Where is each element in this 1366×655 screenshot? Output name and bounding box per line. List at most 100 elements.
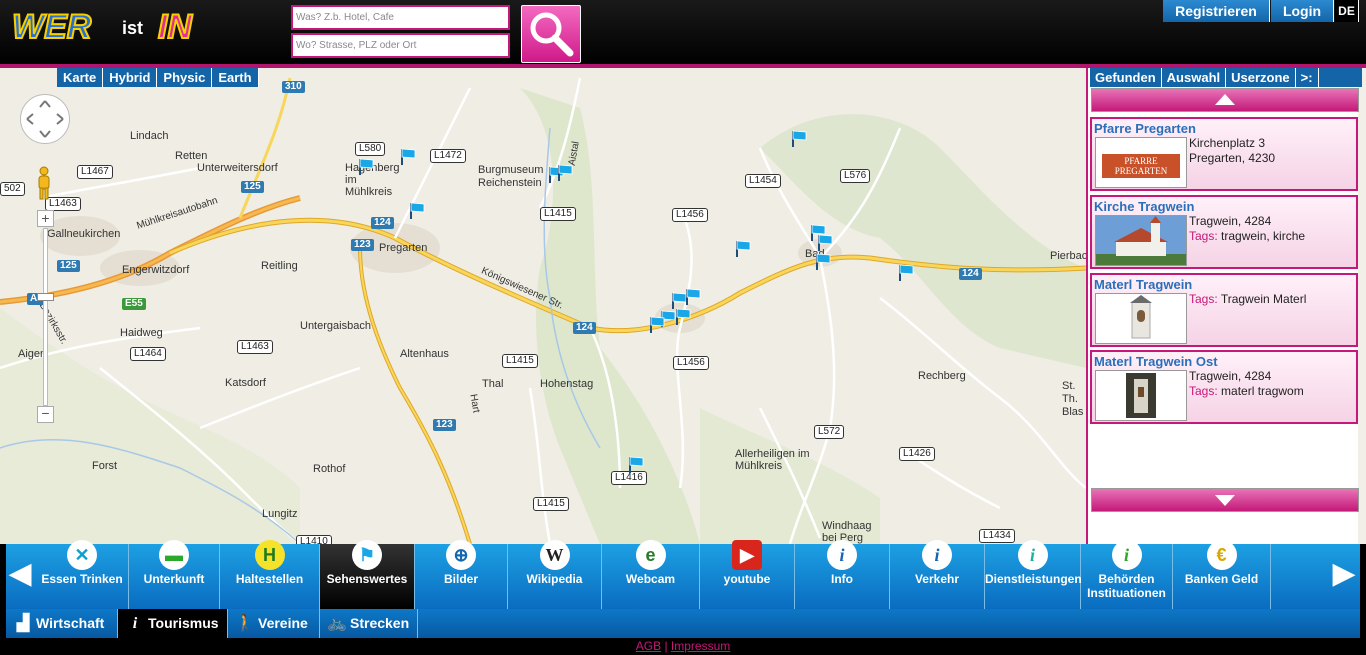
category-wikipedia[interactable]: W Wikipedia [508,540,602,609]
euro-icon: € [1206,540,1237,570]
highway-sign: 124 [959,268,982,280]
result-item[interactable]: Materl Tragwein Ost Tragwein, 4284 Tags:… [1090,350,1358,424]
category-behoerden[interactable]: i Behörden Instituationen [1081,540,1173,609]
subcat-vereine[interactable]: 🚶 Vereine [228,609,320,638]
sight-flag-marker[interactable] [400,148,416,166]
result-address: Kirchenplatz 3 [1189,136,1266,150]
category-label: Banken Geld [1184,572,1259,586]
sight-flag-marker[interactable] [898,264,914,282]
category-info[interactable]: i Info [795,540,890,609]
highway-sign: E55 [122,298,146,310]
search-where-input[interactable]: Wo? Strasse, PLZ oder Ort [291,33,510,58]
tab-auswahl[interactable]: Auswahl [1162,68,1227,87]
category-label: Bilder [443,572,478,586]
login-link[interactable]: Login [1271,0,1334,22]
result-thumbnail[interactable] [1095,215,1187,266]
map-label: Retten [175,150,208,162]
category-label: Verkehr [914,572,960,586]
subcat-wirtschaft[interactable]: ▟ Wirtschaft [6,609,118,638]
map-type-earth[interactable]: Earth [212,68,259,87]
sight-flag-marker[interactable] [791,130,807,148]
result-title[interactable]: Materl Tragwein [1094,277,1192,292]
map-label: Unterweitersdorf [197,162,278,174]
flag-icon: ⚑ [352,540,382,570]
subcat-label: Vereine [258,615,308,631]
map-label: Allerheiligen im Mühlkreis [735,448,810,472]
agb-link[interactable]: AGB [636,639,661,653]
search-button[interactable] [521,5,581,63]
sight-flag-marker[interactable] [685,288,701,306]
map[interactable]: Unterweitersdorf Gallneukirchen Engerwit… [0,68,1366,544]
sight-flag-marker[interactable] [735,240,751,258]
category-label: Behörden Instituationen [1087,572,1166,600]
language-selector[interactable]: DE [1335,0,1359,22]
zoom-out-button[interactable]: − [37,406,54,423]
result-title[interactable]: Pfarre Pregarten [1094,121,1196,136]
result-thumbnail[interactable] [1095,293,1187,344]
sight-flag-marker[interactable] [358,158,374,176]
category-verkehr[interactable]: i Verkehr [890,540,985,609]
map-label: Untergaisbach [300,320,371,332]
result-tags: Tags: tragwein, kirche [1189,229,1305,243]
category-essen-trinken[interactable]: ✕ Essen Trinken [36,540,129,609]
category-sehenswertes[interactable]: ⚑ Sehenswertes [320,540,415,609]
map-label: Rothof [313,463,346,475]
result-thumbnail[interactable]: PFARRE PREGARTEN [1095,137,1187,188]
subcat-strecken[interactable]: 🚲 Strecken [320,609,418,638]
sight-flag-marker[interactable] [675,308,691,326]
subcat-tourismus[interactable]: i Tourismus [118,609,228,638]
map-label: Altenhaus [400,348,449,360]
category-label: Wikipedia [526,572,583,586]
category-banken-geld[interactable]: € Banken Geld [1173,540,1271,609]
road-sign: L1456 [672,208,708,222]
category-youtube[interactable]: ▶ youtube [700,540,795,609]
pan-control[interactable] [20,94,70,144]
result-city: Pregarten, 4230 [1189,151,1276,165]
map-type-physic[interactable]: Physic [157,68,213,87]
category-bilder[interactable]: ⊕ Bilder [415,540,508,609]
result-item[interactable]: Materl Tragwein Tags: Tragwein Materl [1090,273,1358,347]
zoom-slider-thumb[interactable] [37,293,54,301]
road-sign: L1415 [540,207,576,221]
tab-userzone[interactable]: Userzone [1226,68,1296,87]
map-type-bar: Karte Hybrid Physic Earth [57,68,259,87]
register-link[interactable]: Registrieren [1163,0,1270,22]
result-item[interactable]: Kirche Tragwein Tragwein, 4284 Tags: tra… [1090,195,1358,269]
category-prev-button[interactable]: ◀ [6,556,34,592]
map-type-karte[interactable]: Karte [57,68,104,87]
map-type-hybrid[interactable]: Hybrid [103,68,158,87]
road-sign: L576 [840,169,871,183]
map-label: Reitling [261,260,298,272]
arrow-down-icon [1215,495,1235,506]
result-title[interactable]: Materl Tragwein Ost [1094,354,1218,369]
sight-flag-marker[interactable] [409,202,425,220]
result-item[interactable]: Pfarre Pregarten PFARRE PREGARTEN Kirche… [1090,117,1358,191]
category-next-button[interactable]: ▶ [1330,556,1358,592]
highway-sign: 123 [433,419,456,431]
road-sign: L1467 [77,165,113,179]
sight-flag-marker[interactable] [815,253,831,271]
category-dienstleistungen[interactable]: i Dienstleistungen [985,540,1082,609]
sight-flag-marker[interactable] [628,456,644,474]
scroll-down-button[interactable] [1091,488,1359,512]
sight-flag-marker[interactable] [649,316,665,334]
highway-sign: 125 [57,260,80,272]
tags-value: materl tragwom [1221,384,1304,398]
category-webcam[interactable]: e Webcam [602,540,700,609]
tab-gefunden[interactable]: Gefunden [1090,68,1162,87]
impressum-link[interactable]: Impressum [671,639,730,653]
result-thumbnail[interactable] [1095,370,1187,421]
scroll-up-button[interactable] [1091,88,1359,112]
result-title[interactable]: Kirche Tragwein [1094,199,1194,214]
category-haltestellen[interactable]: H Haltestellen [220,540,320,609]
tab-more[interactable]: >: [1296,68,1319,87]
sight-flag-marker[interactable] [817,234,833,252]
street-view-pegman-icon[interactable] [35,166,53,200]
webcam-icon: e [635,540,666,570]
zoom-in-button[interactable]: + [37,210,54,227]
search-what-input[interactable]: Was? Z.b. Hotel, Cafe [291,5,510,30]
zoom-slider-track[interactable] [43,228,48,406]
category-unterkunft[interactable]: ▬ Unterkunft [129,540,220,609]
werisin-logo[interactable]: WER ist IN [10,4,230,48]
sight-flag-marker[interactable] [557,164,573,182]
